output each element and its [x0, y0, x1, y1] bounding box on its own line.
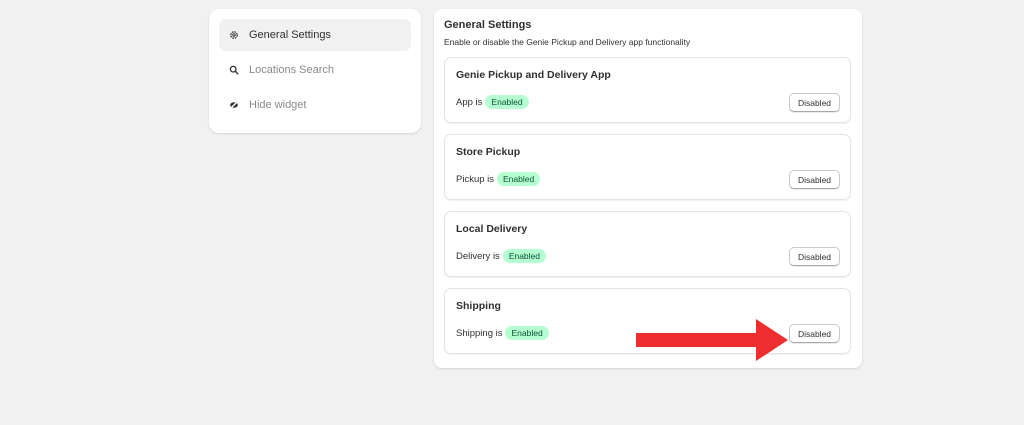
status-badge: Enabled	[485, 95, 529, 109]
settings-sidebar: General Settings Locations Search Hide w…	[209, 9, 421, 133]
sidebar-item-locations-search[interactable]: Locations Search	[219, 54, 411, 86]
store-pickup-disable-button[interactable]: Disabled	[789, 170, 840, 189]
sidebar-item-hide-widget[interactable]: Hide widget	[219, 89, 411, 121]
sidebar-item-label: Locations Search	[249, 64, 334, 76]
card-title: Genie Pickup and Delivery App	[456, 69, 611, 81]
page-title: General Settings	[444, 19, 532, 31]
status-label: Shipping is	[456, 327, 503, 339]
store-pickup-card: Store Pickup Pickup is Enabled Disabled	[444, 134, 851, 200]
sidebar-item-label: Hide widget	[249, 99, 307, 111]
status-label: Delivery is	[456, 250, 500, 262]
status-badge: Enabled	[497, 172, 541, 186]
app-card: Genie Pickup and Delivery App App is Ena…	[444, 57, 851, 123]
sidebar-item-label: General Settings	[249, 29, 331, 41]
general-settings-panel: General Settings Enable or disable the G…	[434, 9, 862, 368]
local-delivery-card: Local Delivery Delivery is Enabled Disab…	[444, 211, 851, 277]
search-icon	[229, 65, 239, 75]
card-status: Shipping is Enabled	[456, 326, 549, 340]
status-badge: Enabled	[502, 249, 547, 263]
status-label: Pickup is	[456, 173, 495, 185]
red-arrow-icon	[636, 319, 788, 361]
card-status: Delivery is Enabled	[456, 249, 547, 263]
card-title: Local Delivery	[456, 223, 528, 235]
local-delivery-disable-button[interactable]: Disabled	[789, 247, 840, 266]
sidebar-item-general-settings[interactable]: General Settings	[219, 19, 411, 51]
card-status: Pickup is Enabled	[456, 172, 541, 186]
status-label: App is	[456, 96, 483, 108]
page-subtitle: Enable or disable the Genie Pickup and D…	[444, 37, 691, 47]
card-title: Store Pickup	[456, 146, 521, 158]
card-status: App is Enabled	[456, 95, 529, 109]
gear-icon	[229, 30, 239, 40]
hide-icon	[229, 100, 239, 110]
status-badge: Enabled	[505, 326, 549, 340]
shipping-disable-button[interactable]: Disabled	[789, 324, 840, 343]
card-title: Shipping	[456, 300, 501, 312]
app-disable-button[interactable]: Disabled	[789, 93, 840, 112]
